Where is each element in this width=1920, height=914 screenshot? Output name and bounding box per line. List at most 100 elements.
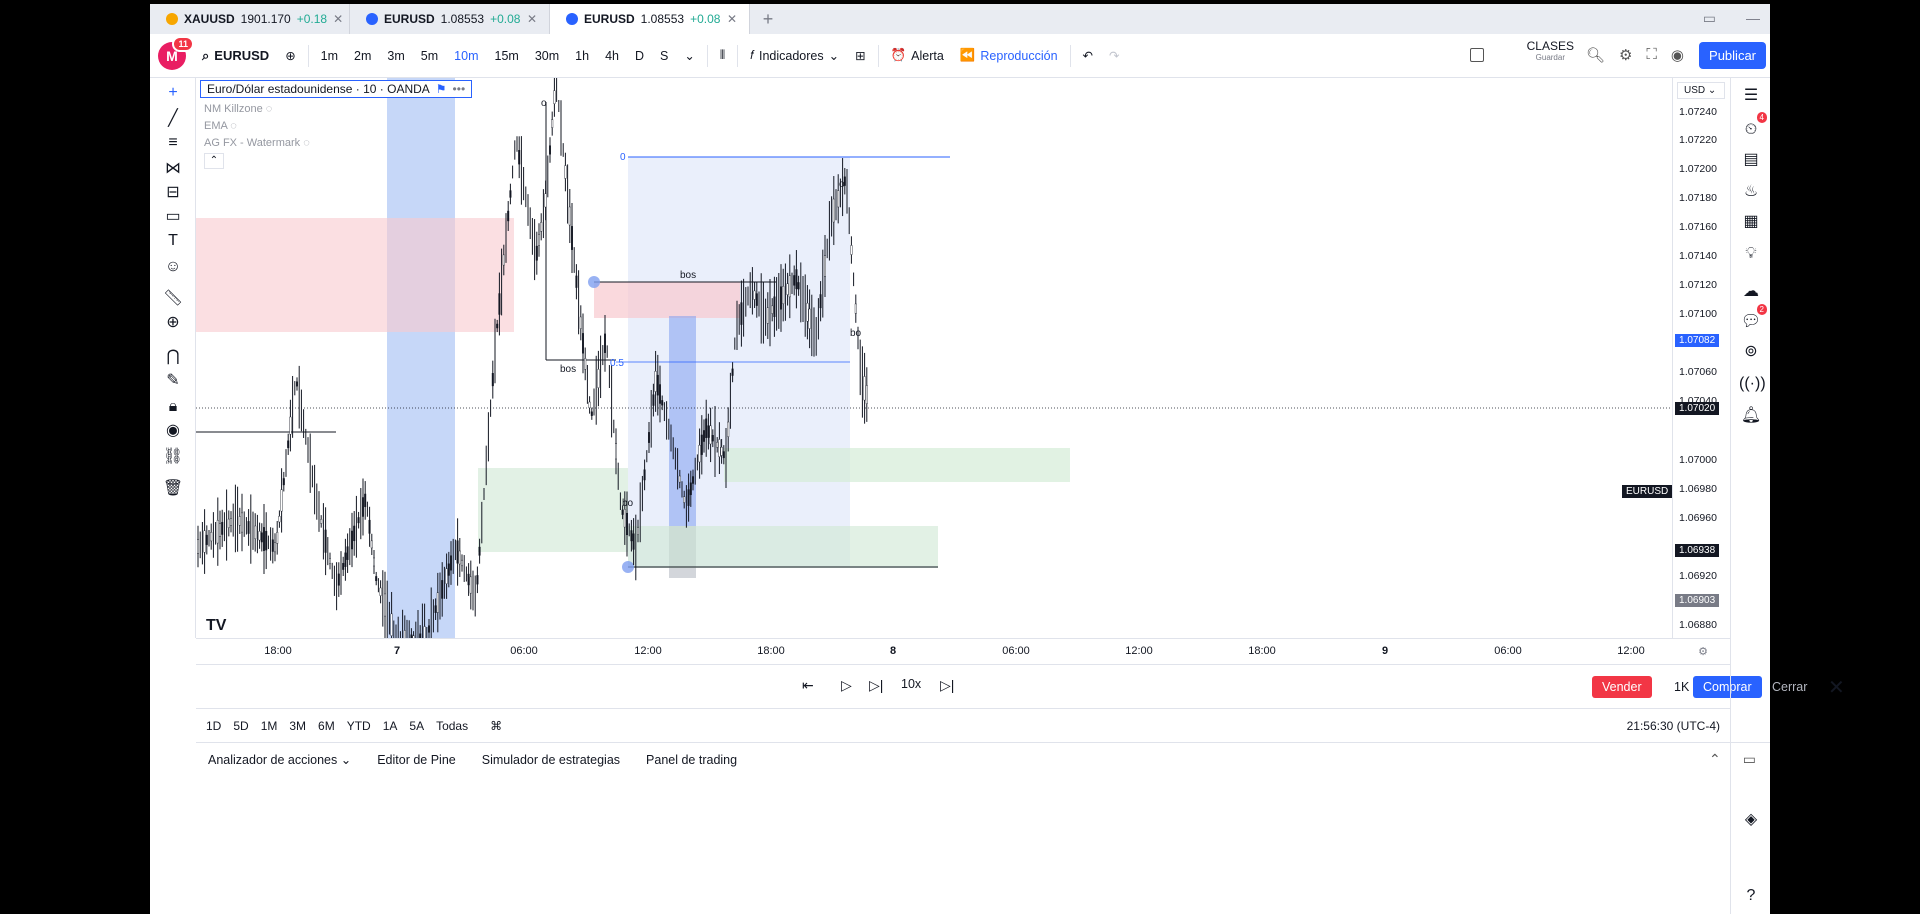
eye-hidden-icon[interactable]: ◌ xyxy=(230,120,237,132)
crosshair-icon[interactable]: + xyxy=(162,82,184,104)
clock[interactable]: 21:56:30 (UTC-4) xyxy=(1627,719,1720,733)
redo-button[interactable]: ↷ xyxy=(1101,41,1127,71)
zoom-in-icon[interactable]: ⊕ xyxy=(162,312,184,334)
emoji-icon[interactable]: ☺ xyxy=(162,256,184,278)
tab-trading-panel[interactable]: Panel de trading xyxy=(646,753,737,767)
tab-strategy-tester[interactable]: Simulador de estrategias xyxy=(482,753,620,767)
pattern-icon[interactable]: ⋈ xyxy=(162,158,184,180)
replay-button[interactable]: ⏪ Reproducción xyxy=(952,41,1066,71)
interval-10m[interactable]: 10m xyxy=(446,41,486,71)
period-ytd[interactable]: YTD xyxy=(347,719,371,733)
interval-1h[interactable]: 1h xyxy=(567,41,597,71)
interval-s[interactable]: S xyxy=(652,41,676,71)
interval-30m[interactable]: 30m xyxy=(527,41,567,71)
broadcast-icon[interactable]: ((·)) xyxy=(1739,372,1766,396)
gear-icon[interactable]: ⚙ xyxy=(1619,46,1632,64)
speed-button[interactable]: 10x xyxy=(901,677,921,691)
time-axis[interactable]: 18:00 7 06:00 12:00 18:00 8 06:00 12:00 … xyxy=(196,638,1730,664)
interval-15m[interactable]: 15m xyxy=(487,41,527,71)
period-6m[interactable]: 6M xyxy=(318,719,335,733)
camera-icon[interactable]: ◉ xyxy=(1671,46,1684,64)
calendar-icon[interactable]: ▦ xyxy=(1739,210,1763,234)
chart-type-button[interactable]: ⫴ xyxy=(712,41,733,71)
chat-icon[interactable]: 💬︎ 2 xyxy=(1739,304,1767,334)
select-bar-icon[interactable]: ⇤ xyxy=(802,677,814,694)
period-1d[interactable]: 1D xyxy=(206,719,221,733)
fib-icon[interactable]: ⊟ xyxy=(162,182,184,204)
eye-icon[interactable]: ◉ xyxy=(162,420,184,442)
tab-pine-editor[interactable]: Editor de Pine xyxy=(377,753,456,767)
notifications-bell-icon[interactable]: 🔔︎ xyxy=(1739,404,1763,428)
close-icon[interactable]: ✕ xyxy=(333,12,343,26)
layout-name-button[interactable]: CLASES Guardar xyxy=(1527,40,1574,64)
interval-4h[interactable]: 4h xyxy=(597,41,627,71)
quantity-button[interactable]: 1K xyxy=(1674,680,1689,694)
indicator-ema[interactable]: EMA ◌ xyxy=(200,120,472,132)
undo-button[interactable]: ↶ xyxy=(1075,41,1101,71)
minimize-icon[interactable]: — xyxy=(1746,10,1760,27)
rectangle-icon[interactable]: ▭ xyxy=(162,206,184,228)
jump-to-realtime-icon[interactable]: ▷| xyxy=(940,677,954,694)
period-5d[interactable]: 5D xyxy=(233,719,248,733)
trend-line-icon[interactable]: ╱ xyxy=(162,108,184,130)
fullscreen-icon[interactable]: ⛶ xyxy=(1646,46,1657,64)
period-1a[interactable]: 1A xyxy=(383,719,398,733)
templates-button[interactable]: ⊞ xyxy=(847,41,873,71)
quick-search-icon[interactable]: 🔍︎ xyxy=(1586,46,1605,64)
period-3m[interactable]: 3M xyxy=(289,719,306,733)
eye-hidden-icon[interactable]: ◌ xyxy=(266,103,273,115)
time-settings-icon[interactable]: ⚙ xyxy=(1698,645,1708,658)
compare-symbol-button[interactable]: ⊕ xyxy=(277,41,303,71)
interval-1m[interactable]: 1m xyxy=(313,41,346,71)
ideas-icon[interactable]: 💡︎ xyxy=(1739,242,1763,266)
close-position-button[interactable]: Cerrar xyxy=(1772,680,1807,694)
horizontal-lines-icon[interactable]: ≡ xyxy=(162,132,184,154)
more-icon[interactable]: ••• xyxy=(453,82,466,96)
collapse-legend-button[interactable]: ⌃ xyxy=(204,153,224,169)
indicators-button[interactable]: 𝑓 Indicadores ⌄ xyxy=(742,41,847,71)
indicator-nm-killzone[interactable]: NM Killzone ◌ xyxy=(200,103,472,115)
period-1m[interactable]: 1M xyxy=(261,719,278,733)
help-bulb-icon[interactable]: ⊚ xyxy=(1739,340,1763,364)
tab-xauusd[interactable]: XAUUSD 1901.170 +0.18 ✕ xyxy=(150,4,350,34)
magnet-icon[interactable]: ⋂ xyxy=(162,346,184,368)
tab-stock-screener[interactable]: Analizador de acciones ⌄ xyxy=(208,752,351,767)
streams-icon[interactable]: ☁ xyxy=(1739,280,1763,304)
hotlist-icon[interactable]: ♨ xyxy=(1739,180,1763,204)
trash-icon[interactable]: 🗑︎ xyxy=(162,478,184,500)
pencil-lock-icon[interactable]: ✎ xyxy=(162,370,184,392)
layout-icon[interactable]: ▭ xyxy=(1703,10,1716,27)
interval-d[interactable]: D xyxy=(627,41,652,71)
avatar[interactable]: M 11 xyxy=(158,35,194,70)
chevron-up-icon[interactable]: ⌃ xyxy=(1709,751,1721,768)
calendar-range-icon[interactable]: ⌘ xyxy=(490,719,502,733)
price-axis[interactable]: USD ⌄ 1.07240 1.07220 1.07200 1.07180 1.… xyxy=(1672,78,1730,638)
link-icon[interactable]: ⛓ xyxy=(162,446,184,468)
close-icon[interactable]: ✕ xyxy=(527,12,537,26)
interval-3m[interactable]: 3m xyxy=(379,41,412,71)
watchlist-icon[interactable]: ☰ xyxy=(1739,84,1763,108)
eye-hidden-icon[interactable]: ◌ xyxy=(303,137,310,149)
tab-eurusd-2[interactable]: EURUSD 1.08553 +0.08 ✕ xyxy=(550,4,750,34)
indicator-watermark[interactable]: AG FX - Watermark ◌ xyxy=(200,137,472,149)
close-replay-icon[interactable]: ✕ xyxy=(1828,675,1845,700)
period-5a[interactable]: 5A xyxy=(409,719,424,733)
publish-button[interactable]: Publicar xyxy=(1699,42,1766,69)
add-tab-button[interactable]: + xyxy=(750,9,786,30)
help-icon[interactable]: ? xyxy=(1739,884,1763,908)
alerts-clock-icon[interactable]: ⏲ 4 xyxy=(1739,112,1767,142)
chart-canvas[interactable]: 0 0.5 bos bos bo bo o o TV Euro/Dólar es… xyxy=(196,78,1730,638)
sell-button[interactable]: Vender xyxy=(1592,676,1652,698)
play-icon[interactable]: ▷ xyxy=(841,677,852,694)
news-icon[interactable]: ▤ xyxy=(1739,148,1763,172)
interval-5m[interactable]: 5m xyxy=(413,41,446,71)
tab-eurusd-1[interactable]: EURUSD 1.08553 +0.08 ✕ xyxy=(350,4,550,34)
ruler-icon[interactable]: 📏︎ xyxy=(162,288,184,310)
period-all[interactable]: Todas xyxy=(436,719,468,733)
close-icon[interactable]: ✕ xyxy=(727,12,737,26)
step-forward-icon[interactable]: ▷| xyxy=(869,677,883,694)
symbol-legend[interactable]: Euro/Dólar estadounidense · 10 · OANDA ⚑… xyxy=(200,80,473,98)
interval-dropdown[interactable]: ⌄ xyxy=(676,41,702,71)
lock-icon[interactable]: 🔒︎ xyxy=(162,396,184,418)
interval-2m[interactable]: 2m xyxy=(346,41,379,71)
